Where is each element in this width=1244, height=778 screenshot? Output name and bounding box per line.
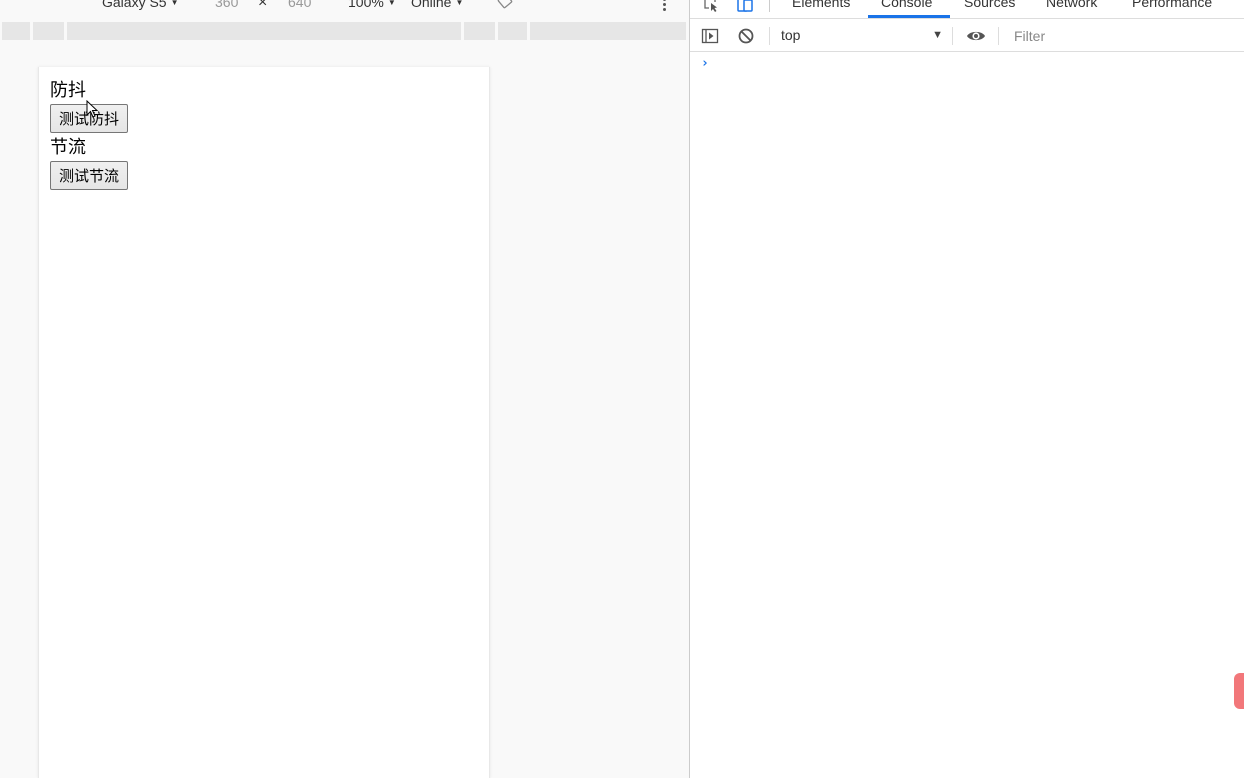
page-content: 防抖 测试防抖 节流 测试节流 xyxy=(50,80,129,194)
zoom-value: 100% xyxy=(348,0,384,10)
media-query-bar xyxy=(0,22,689,40)
devtools-panel: Elements Console Sources Network Perform… xyxy=(689,0,1244,778)
mouse-cursor-icon xyxy=(86,100,99,118)
device-name: Galaxy S5 xyxy=(102,0,167,10)
chevron-down-icon: ▼ xyxy=(170,0,179,7)
zoom-select[interactable]: 100% ▼ xyxy=(348,0,396,10)
console-output[interactable]: › xyxy=(690,53,1244,778)
floating-side-badge[interactable] xyxy=(1234,673,1244,709)
device-select[interactable]: Galaxy S5 ▼ xyxy=(102,0,179,10)
chevron-down-icon: ▼ xyxy=(455,0,464,7)
toolbar-divider xyxy=(952,27,953,45)
active-tab-indicator xyxy=(868,15,950,18)
device-viewport: 防抖 测试防抖 节流 测试节流 xyxy=(38,67,490,778)
test-throttle-button[interactable]: 测试节流 xyxy=(50,161,129,190)
media-query-segment[interactable] xyxy=(530,22,686,40)
media-query-segment[interactable] xyxy=(498,22,527,40)
width-input[interactable]: 360 xyxy=(215,0,238,10)
tab-performance[interactable]: Performance xyxy=(1132,0,1212,10)
toolbar-divider xyxy=(769,27,770,45)
device-toolbar-toggle-icon[interactable] xyxy=(736,0,754,12)
rotate-icon[interactable] xyxy=(496,0,514,10)
tab-console[interactable]: Console xyxy=(881,0,932,10)
more-options-icon[interactable] xyxy=(663,0,667,12)
media-query-segment[interactable] xyxy=(464,22,495,40)
media-query-segment[interactable] xyxy=(33,22,64,40)
dimensions-separator: × xyxy=(258,0,268,11)
device-toolbar: Galaxy S5 ▼ 360 × 640 100% ▼ Online ▼ xyxy=(0,0,689,20)
throttling-value: Online xyxy=(411,0,452,10)
chevron-down-icon: ▼ xyxy=(932,29,943,41)
tab-elements[interactable]: Elements xyxy=(792,0,850,10)
media-query-segment[interactable] xyxy=(2,22,30,40)
inspect-element-icon[interactable] xyxy=(703,0,721,12)
throttling-select[interactable]: Online ▼ xyxy=(411,0,463,10)
device-emulation-pane: Galaxy S5 ▼ 360 × 640 100% ▼ Online ▼ 防抖 测试… xyxy=(0,0,689,778)
tab-network[interactable]: Network xyxy=(1046,0,1097,10)
throttle-heading: 节流 xyxy=(50,137,86,158)
tab-sources[interactable]: Sources xyxy=(964,0,1015,10)
live-expression-eye-icon[interactable] xyxy=(966,27,986,45)
chevron-down-icon: ▼ xyxy=(387,0,396,7)
show-sidebar-icon[interactable] xyxy=(701,27,719,45)
toolbar-divider xyxy=(998,27,999,45)
media-query-segment[interactable] xyxy=(67,22,461,40)
devtools-tab-bar: Elements Console Sources Network Perform… xyxy=(690,0,1244,19)
filter-input[interactable] xyxy=(1006,24,1244,48)
context-select[interactable]: top ▼ xyxy=(781,26,945,46)
console-prompt-icon: › xyxy=(701,56,709,71)
clear-console-icon[interactable] xyxy=(737,27,755,45)
toolbar-divider xyxy=(769,0,770,12)
console-toolbar: top ▼ xyxy=(690,19,1244,52)
height-input[interactable]: 640 xyxy=(288,0,311,10)
context-value: top xyxy=(781,27,801,43)
